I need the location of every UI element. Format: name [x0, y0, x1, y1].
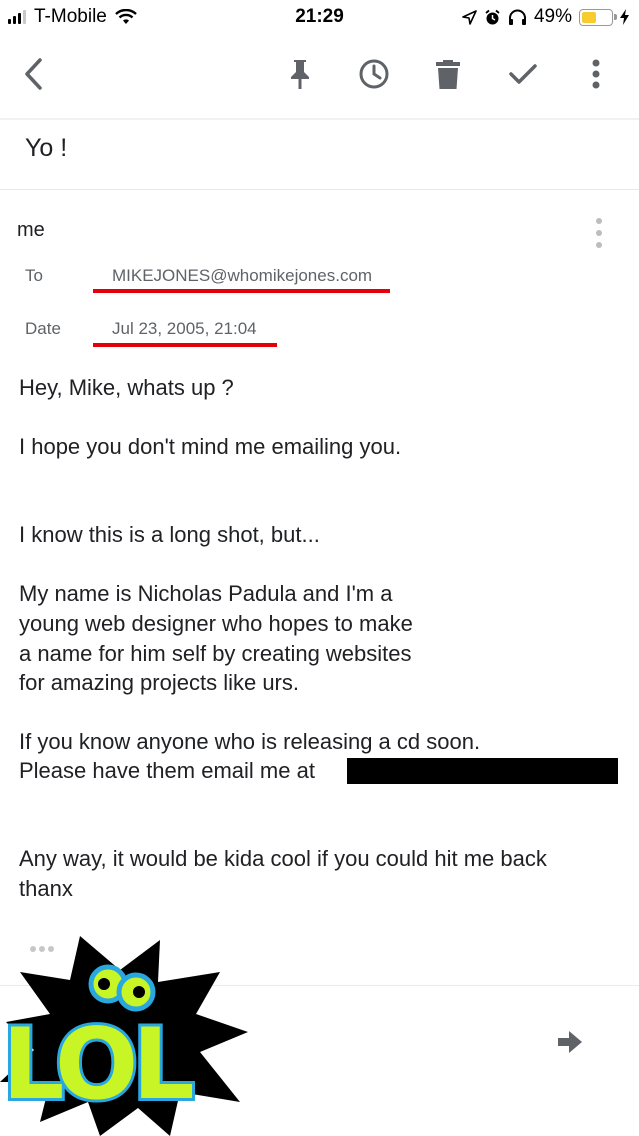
body-line: for amazing projects like urs.: [19, 670, 299, 695]
body-line: I hope you don't mind me emailing you.: [19, 434, 402, 459]
back-arrow-icon: [25, 58, 42, 90]
battery-icon: [579, 8, 617, 26]
archive-button[interactable]: [503, 54, 543, 94]
lol-sticker-image: LOL: [0, 936, 248, 1136]
pin-button[interactable]: [280, 54, 320, 94]
to-address[interactable]: MIKEJONES@whomikejones.com: [112, 266, 372, 286]
toolbar-divider: [0, 118, 639, 120]
location-icon: [462, 9, 477, 25]
body-line: My name is Nicholas Padula and I'm a: [19, 581, 393, 606]
alarm-icon: [485, 9, 500, 24]
red-underline-date: [93, 343, 277, 347]
body-line: young web designer who hopes to make: [19, 611, 413, 636]
toolbar: [0, 40, 639, 108]
email-subject: Yo !: [25, 134, 68, 162]
snooze-clock-icon: [359, 59, 389, 89]
body-line: If you know anyone who is releasing a cd…: [19, 729, 481, 754]
to-label: To: [25, 266, 43, 285]
battery-percent: 49%: [533, 6, 572, 27]
check-icon: [509, 64, 537, 84]
body-line: Please have them email me at: [19, 758, 315, 783]
more-vertical-icon: [592, 59, 600, 89]
message-more-button[interactable]: [587, 218, 611, 248]
body-line: I know this is a long shot, but...: [19, 522, 320, 547]
snooze-button[interactable]: [354, 54, 394, 94]
status-bar: T-Mobile 21:29 49%: [0, 0, 639, 36]
date-label: Date: [25, 319, 61, 338]
sender-name[interactable]: me: [17, 219, 45, 242]
forward-arrow-icon: [558, 1031, 582, 1053]
body-line: thanx: [19, 876, 73, 901]
red-underline-to: [93, 289, 390, 293]
subject-divider: [0, 189, 639, 190]
pin-icon: [291, 60, 309, 89]
body-line: a name for him self by creating websites: [19, 641, 412, 666]
headphones-icon: [508, 9, 526, 25]
redaction-bar: [347, 758, 618, 784]
date-value: Jul 23, 2005, 21:04: [112, 319, 257, 338]
body-line: Any way, it would be kida cool if you co…: [19, 846, 547, 871]
sticker-text: LOL: [2, 1008, 192, 1122]
trash-icon: [436, 60, 460, 89]
forward-button[interactable]: [552, 1024, 588, 1060]
back-button[interactable]: [14, 54, 54, 94]
body-line: Hey, Mike, whats up ?: [19, 375, 234, 400]
delete-button[interactable]: [428, 54, 468, 94]
charging-icon: [620, 9, 629, 25]
more-options-button[interactable]: [576, 54, 616, 94]
